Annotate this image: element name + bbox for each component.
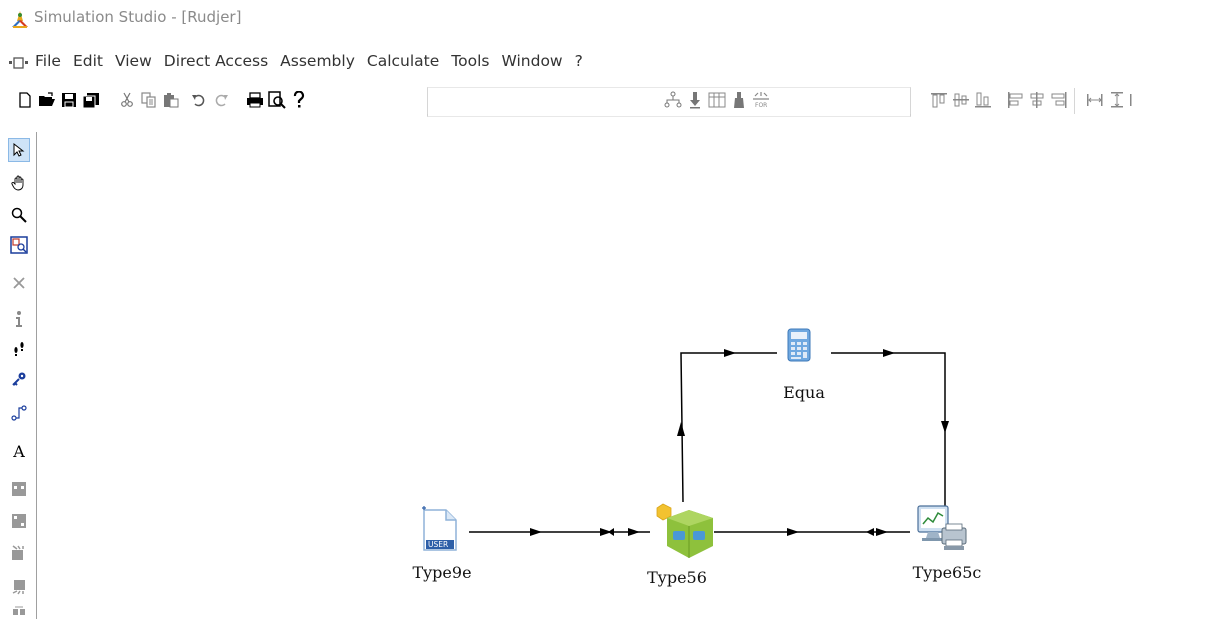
save-all-icon[interactable] xyxy=(82,91,100,109)
toolbar-divider xyxy=(1074,88,1075,114)
align-center-icon[interactable] xyxy=(1028,91,1046,109)
copy-icon[interactable] xyxy=(140,91,158,109)
toolbar-group-assembly xyxy=(427,87,839,117)
space-vertical-icon[interactable] xyxy=(1108,91,1126,109)
building-zone-icon xyxy=(656,503,713,558)
document-window-icon[interactable] xyxy=(8,56,30,70)
window-title: Simulation Studio - [Rudjer] xyxy=(34,8,242,26)
macro-block-icon[interactable] xyxy=(9,478,29,500)
equa-component[interactable] xyxy=(787,328,811,362)
app-logo-icon xyxy=(12,11,28,28)
link-lines xyxy=(469,349,949,536)
undo-icon[interactable] xyxy=(190,91,208,109)
open-folder-icon[interactable] xyxy=(38,91,56,109)
unmacro-block-icon[interactable] xyxy=(9,510,29,532)
download-arrow-icon[interactable] xyxy=(686,91,704,109)
align-middle-icon[interactable] xyxy=(952,91,970,109)
key-icon[interactable] xyxy=(9,368,29,390)
menu-file[interactable]: File xyxy=(35,52,69,70)
toolbar-empty-box xyxy=(837,87,911,117)
import-block-icon[interactable] xyxy=(9,576,29,598)
menu-window[interactable]: Window xyxy=(501,52,570,70)
paste-icon[interactable] xyxy=(162,91,180,109)
new-file-icon[interactable] xyxy=(16,91,34,109)
menu-direct-access[interactable]: Direct Access xyxy=(164,52,276,70)
zoom-magnifier-icon[interactable] xyxy=(9,204,29,226)
connect-link-icon[interactable] xyxy=(9,402,29,424)
footsteps-icon[interactable] xyxy=(9,338,29,360)
type9e-component[interactable]: USER xyxy=(420,506,464,552)
type65c-label: Type65c xyxy=(912,563,982,582)
type65c-component[interactable] xyxy=(912,504,970,558)
type9e-label: Type9e xyxy=(412,563,472,582)
svg-text:FOR: FOR xyxy=(755,102,767,109)
align-left-icon[interactable] xyxy=(1006,91,1024,109)
toolbar-divider xyxy=(427,88,428,114)
toolbar-divider xyxy=(910,88,911,114)
print-icon[interactable] xyxy=(246,91,264,109)
type56-component[interactable] xyxy=(651,500,717,562)
equa-label: Equa xyxy=(783,383,825,402)
zoom-window-icon[interactable] xyxy=(9,234,29,256)
align-right-icon[interactable] xyxy=(1050,91,1068,109)
text-tool-glyph: A xyxy=(13,441,25,461)
for-loop-icon[interactable]: FOR xyxy=(752,91,770,109)
save-icon[interactable] xyxy=(60,91,78,109)
menu-tools[interactable]: Tools xyxy=(451,52,497,70)
user-icon-text: USER xyxy=(428,540,449,549)
hand-pan-icon[interactable] xyxy=(9,172,29,194)
online-plotter-icon xyxy=(917,505,967,550)
print-preview-icon[interactable] xyxy=(268,91,286,109)
menu-bar: File Edit View Direct Access Assembly Ca… xyxy=(0,50,1207,74)
partial-tool-icon[interactable] xyxy=(9,606,29,619)
align-bottom-icon[interactable] xyxy=(974,91,992,109)
space-horizontal-icon[interactable] xyxy=(1086,91,1104,109)
calculator-icon xyxy=(787,328,811,362)
info-icon[interactable] xyxy=(9,308,29,330)
menu-help[interactable]: ? xyxy=(575,52,591,70)
export-block-icon[interactable] xyxy=(9,542,29,564)
menu-assembly[interactable]: Assembly xyxy=(280,52,363,70)
menu-view[interactable]: View xyxy=(115,52,160,70)
align-top-icon[interactable] xyxy=(930,91,948,109)
redo-icon[interactable] xyxy=(212,91,230,109)
type56-label: Type56 xyxy=(647,568,707,587)
cut-icon[interactable] xyxy=(118,91,136,109)
pointer-select-icon[interactable] xyxy=(8,138,30,162)
flask-run-icon[interactable] xyxy=(730,91,748,109)
delete-x-icon[interactable] xyxy=(9,272,29,294)
table-grid-icon[interactable] xyxy=(708,91,726,109)
main-toolbar: FOR xyxy=(0,84,1207,117)
menu-calculate[interactable]: Calculate xyxy=(367,52,447,70)
hierarchy-icon[interactable] xyxy=(664,91,682,109)
text-tool-icon[interactable]: A xyxy=(9,440,29,462)
assembly-canvas[interactable]: USER Type9e Type56 Equa Type65c xyxy=(37,132,1207,619)
title-bar: Simulation Studio - [Rudjer] xyxy=(0,0,1207,38)
menu-edit[interactable]: Edit xyxy=(73,52,111,70)
left-toolbar: A xyxy=(0,132,36,619)
toolbar-overflow-icon[interactable] xyxy=(1128,91,1138,109)
help-question-icon[interactable] xyxy=(290,91,308,109)
